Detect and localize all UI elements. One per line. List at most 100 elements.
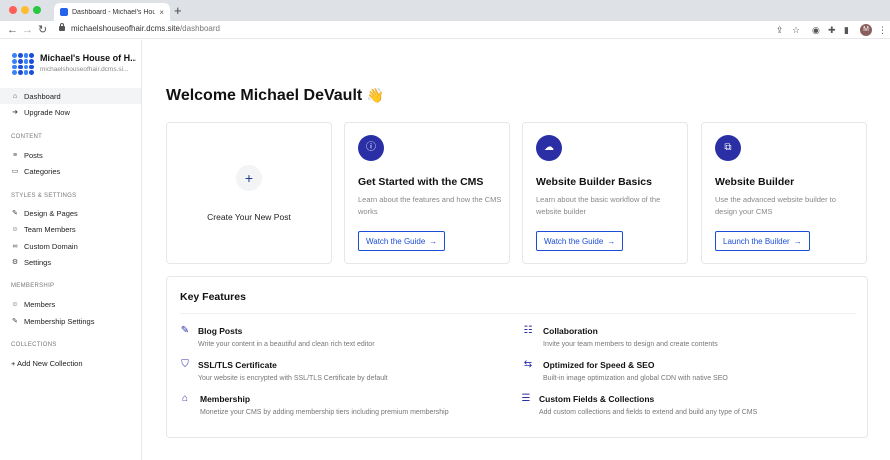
feature-description: Your website is encrypted with SSL/TLS C… (198, 375, 388, 382)
sidebar-item-label: Dashboard (24, 91, 61, 101)
cloud-icon: ☁ (536, 135, 562, 161)
address-bar[interactable]: michaelshouseofhair.dcms.site/dashboard (71, 24, 220, 33)
arrow-right-icon: → (429, 236, 438, 246)
watch-guide-button[interactable]: Watch the Guide → (358, 231, 446, 251)
arrow-right-icon: → (793, 236, 802, 246)
sidebar-item-categories[interactable]: ▭ Categories (0, 163, 141, 179)
home-icon: ⌂ (12, 92, 18, 100)
folder-icon: ▭ (11, 168, 19, 175)
sidebar-item-label: Members (24, 299, 56, 309)
list-icon: ≡ (12, 151, 18, 159)
new-tab-button[interactable]: + (174, 2, 182, 20)
feature-title: Optimized for Speed & SEO (543, 360, 655, 370)
reload-icon[interactable]: ↻ (38, 22, 47, 38)
guide-title: Website Builder Basics (536, 176, 652, 188)
feature-title: Membership (200, 394, 251, 404)
profile-avatar[interactable]: M (860, 24, 872, 36)
create-new-post-label: Create Your New Post (207, 212, 291, 222)
feature-description: Built-in image optimization and global C… (543, 375, 728, 382)
sidebar-item-settings[interactable]: ⚙ Settings (0, 254, 141, 270)
sidebar-item-membership-settings[interactable]: ✎ Membership Settings (0, 313, 141, 329)
maximize-window-button[interactable] (33, 6, 41, 14)
guide-description: Use the advanced website builder to desi… (715, 195, 836, 216)
puzzle-icon[interactable]: ✚ (828, 24, 836, 36)
tab-close-icon[interactable]: × (159, 8, 164, 17)
sidebar-item-upgrade[interactable]: ➜ Upgrade Now (0, 104, 141, 120)
sidebar-item-dashboard[interactable]: ⌂ Dashboard (0, 88, 141, 104)
feature-title: Custom Fields & Collections (539, 394, 655, 404)
pen-icon: ✎ (12, 318, 18, 325)
add-new-collection-button[interactable]: + Add New Collection (0, 355, 141, 371)
sidebar-item-custom-domain[interactable]: ∞ Custom Domain (0, 238, 141, 254)
main-content: Welcome Michael DeVault 👋 + Create Your … (143, 40, 890, 460)
section-heading-membership: MEMBERSHIP (11, 283, 55, 289)
lock-icon[interactable] (59, 23, 65, 31)
guide-title: Get Started with the CMS (358, 176, 484, 188)
page-title: Welcome Michael DeVault 👋 (166, 87, 384, 105)
browser-tab-dashboard[interactable]: Dashboard - Michael's House of × (54, 3, 170, 21)
browser-tab-bar: Dashboard - Michael's House of × + (0, 0, 890, 21)
favicon-icon (60, 8, 68, 16)
sidebar-item-label: Custom Domain (24, 241, 78, 251)
feature-title: SSL/TLS Certificate (198, 360, 277, 370)
close-window-button[interactable] (9, 6, 17, 14)
minimize-window-button[interactable] (21, 6, 29, 14)
blocks-icon: ⧉ (715, 135, 741, 161)
guide-description: Learn about the basic workflow of the we… (536, 195, 661, 216)
shield-icon: ⛉ (181, 358, 189, 370)
sidebar-item-design-pages[interactable]: ✎ Design & Pages (0, 205, 141, 221)
feature-title: Blog Posts (198, 326, 243, 336)
brand-logo (12, 53, 34, 75)
edit-icon: ✎ (180, 324, 190, 336)
sidebar-item-members[interactable]: ☺ Members (0, 296, 141, 312)
guide-card-builder-basics: ☁ Website Builder Basics Learn about the… (522, 122, 688, 264)
extension-g-icon[interactable]: ◉ (812, 24, 820, 36)
button-label: Watch the Guide (544, 236, 604, 246)
users-icon: ☺ (11, 300, 19, 308)
feature-description: Add custom collections and fields to ext… (539, 409, 758, 416)
feature-description: Monetize your CMS by adding membership t… (200, 409, 449, 416)
handshake-icon: ⇆ (523, 358, 533, 370)
button-label: Launch the Builder (723, 236, 790, 246)
sidebar-item-label: Posts (24, 150, 43, 160)
divider (180, 313, 856, 314)
launch-builder-button[interactable]: Launch the Builder → (715, 231, 810, 251)
welcome-text: Welcome Michael DeVault (166, 87, 363, 104)
key-features-title: Key Features (180, 291, 246, 303)
sidepanel-icon[interactable]: ▮ (844, 24, 849, 36)
members-icon: ⌂ (181, 392, 189, 404)
sidebar-item-posts[interactable]: ≡ Posts (0, 147, 141, 163)
share-icon[interactable]: ⇪ (776, 24, 784, 36)
guide-card-get-started: ⓘ Get Started with the CMS Learn about t… (344, 122, 510, 264)
info-icon: ⓘ (358, 135, 384, 161)
wave-emoji: 👋 (366, 87, 385, 103)
forward-arrow-icon[interactable]: → (22, 22, 33, 38)
feature-description: Invite your team members to design and c… (543, 341, 718, 348)
site-name[interactable]: Michael's House of H... (40, 53, 136, 63)
sidebar-item-label: Upgrade Now (24, 107, 70, 117)
feature-title: Collaboration (543, 326, 598, 336)
sidebar-item-label: Team Members (24, 224, 76, 234)
create-new-post-card[interactable]: + Create Your New Post (166, 122, 332, 264)
menu-kebab-icon[interactable]: ⋮ (878, 24, 887, 36)
gear-icon: ⚙ (11, 259, 19, 266)
upgrade-icon: ➜ (12, 109, 18, 116)
tab-title: Dashboard - Michael's House of (72, 8, 156, 16)
arrow-right-icon: → (607, 236, 616, 246)
pen-icon: ✎ (12, 210, 18, 217)
back-arrow-icon[interactable]: ← (7, 22, 18, 38)
sidebar-item-team-members[interactable]: ☺ Team Members (0, 221, 141, 237)
guide-card-website-builder: ⧉ Website Builder Use the advanced websi… (701, 122, 867, 264)
section-heading-content: CONTENT (11, 134, 43, 140)
plus-icon: + (236, 165, 262, 191)
browser-toolbar: ← → ↻ michaelshouseofhair.dcms.site/dash… (0, 21, 890, 39)
guide-title: Website Builder (715, 176, 795, 188)
sidebar-item-label: Design & Pages (24, 208, 78, 218)
watch-guide-button[interactable]: Watch the Guide → (536, 231, 624, 251)
star-icon[interactable]: ☆ (792, 24, 800, 36)
team-icon: ☷ (523, 324, 533, 336)
section-heading-styles: STYLES & SETTINGS (11, 193, 77, 199)
key-features-panel: Key Features ✎ Blog Posts Write your con… (166, 276, 868, 438)
link-icon: ∞ (12, 242, 18, 250)
feature-description: Write your content in a beautiful and cl… (198, 341, 375, 348)
